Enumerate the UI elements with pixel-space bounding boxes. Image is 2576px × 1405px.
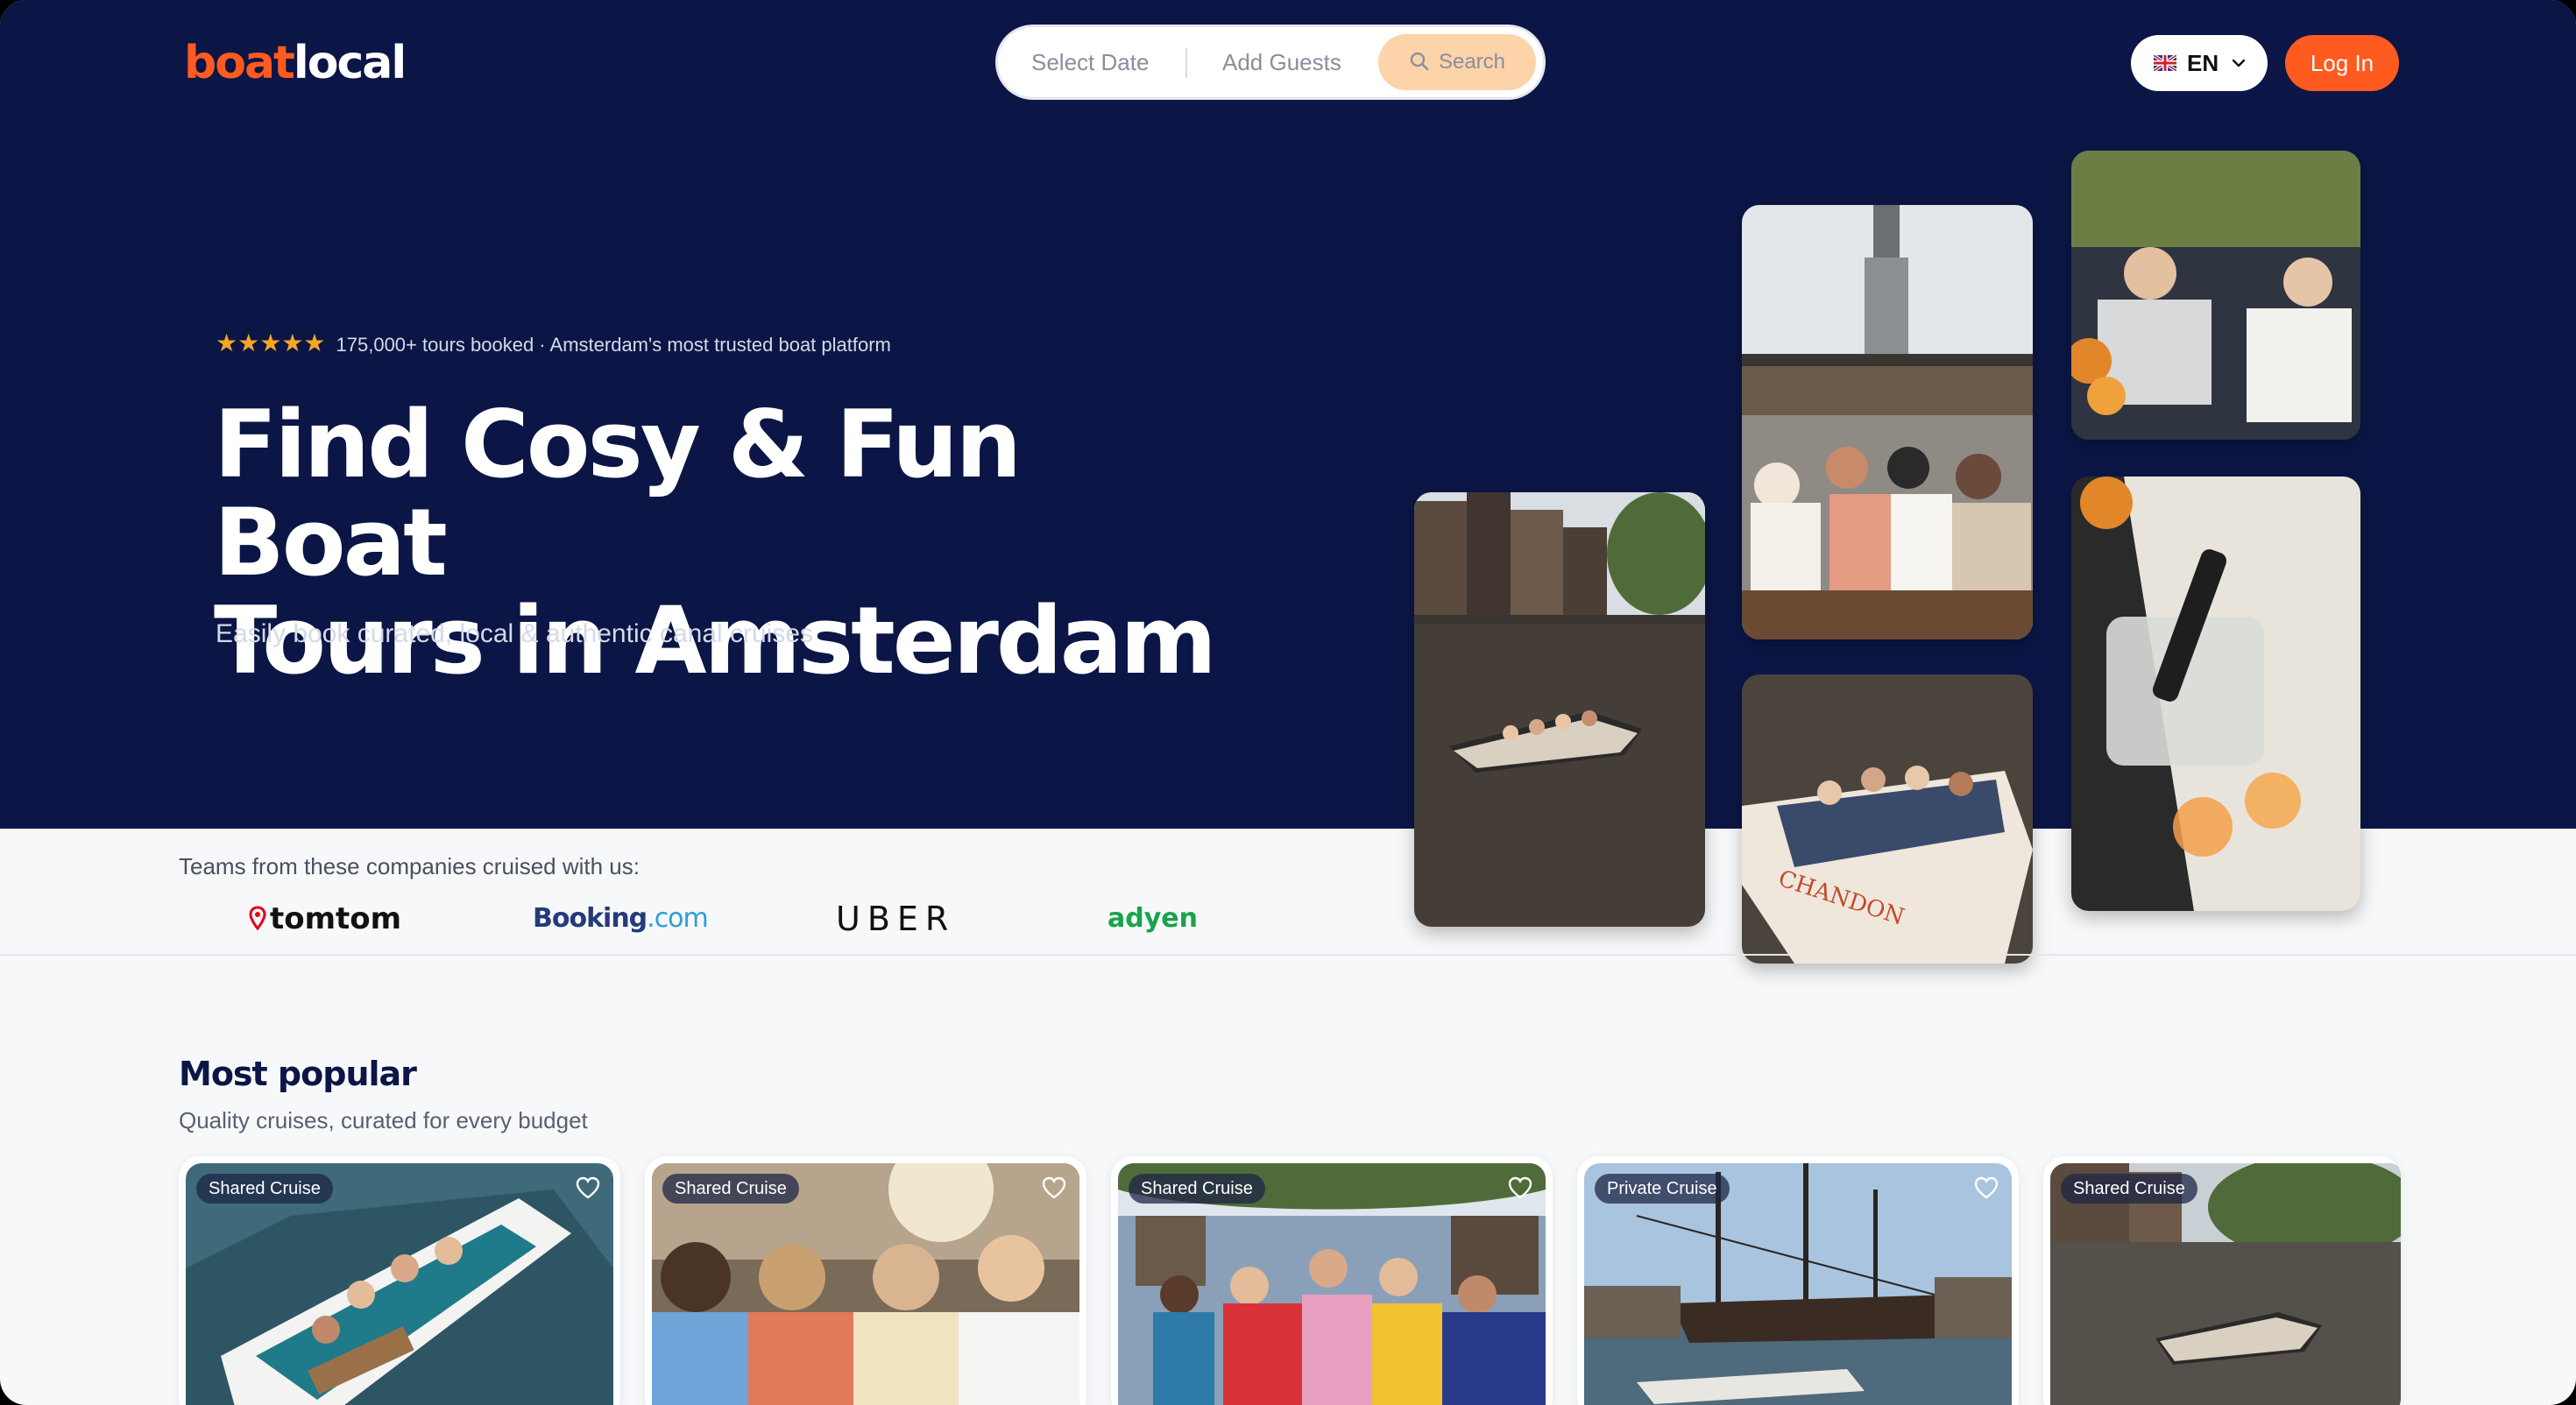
hero-photo-champagne bbox=[2071, 477, 2360, 911]
cruise-type-badge: Shared Cruise bbox=[2061, 1174, 2197, 1204]
hero-subheadline: Easily book curated, local & authentic c… bbox=[216, 619, 814, 648]
heart-icon[interactable] bbox=[1041, 1176, 1067, 1200]
uber-logo: UBER bbox=[836, 900, 956, 938]
cruise-card[interactable]: Private Cruise bbox=[1577, 1156, 2019, 1405]
hero-photo-canal-boat bbox=[1414, 492, 1705, 927]
add-guests-field[interactable]: Add Guests bbox=[1222, 27, 1341, 97]
cruise-card[interactable]: Shared Cruise bbox=[1111, 1156, 1553, 1405]
partners-section: Teams from these companies cruised with … bbox=[0, 829, 1402, 955]
uk-flag-icon bbox=[2154, 55, 2176, 71]
rating-text: 175,000+ tours booked · Amsterdam's most… bbox=[336, 334, 891, 356]
search-bar: Select Date Add Guests Search bbox=[995, 25, 1546, 100]
search-button-label: Search bbox=[1438, 50, 1506, 74]
logo[interactable]: boatlocal bbox=[184, 37, 407, 89]
cruise-type-badge: Shared Cruise bbox=[662, 1174, 799, 1204]
cruise-type-badge: Shared Cruise bbox=[1129, 1174, 1265, 1204]
cruise-type-badge: Private Cruise bbox=[1595, 1174, 1730, 1204]
headline-line-1: Find Cosy & Fun Boat bbox=[214, 391, 1022, 597]
tomtom-logo-text: tomtom bbox=[270, 901, 402, 936]
cruise-card[interactable]: Shared Cruise bbox=[179, 1156, 620, 1405]
adyen-logo: adyen bbox=[1108, 903, 1198, 934]
search-icon bbox=[1410, 52, 1429, 70]
heart-icon[interactable] bbox=[575, 1176, 601, 1200]
star-rating-icon: ★★★★★ bbox=[216, 329, 326, 357]
most-popular-subtitle: Quality cruises, curated for every budge… bbox=[179, 1107, 588, 1133]
heart-icon[interactable] bbox=[1507, 1176, 1533, 1200]
rating-line: ★★★★★ 175,000+ tours booked · Amsterdam's… bbox=[216, 329, 891, 357]
map-pin-icon bbox=[249, 905, 266, 930]
partners-label: Teams from these companies cruised with … bbox=[179, 853, 640, 879]
tomtom-logo: tomtom bbox=[249, 895, 401, 943]
search-divider bbox=[1185, 48, 1187, 78]
heart-icon[interactable] bbox=[1973, 1176, 1999, 1200]
section-divider bbox=[0, 954, 2576, 956]
hero-photo-chandon-boat: CHANDON bbox=[1742, 674, 2033, 964]
cruise-card[interactable]: Shared Cruise bbox=[645, 1156, 1086, 1405]
chevron-down-icon bbox=[2232, 59, 2246, 67]
hero-photo-cheers bbox=[2071, 151, 2360, 440]
booking-logo-text: Booking bbox=[533, 903, 648, 934]
select-date-field[interactable]: Select Date bbox=[1031, 27, 1149, 97]
cruise-type-badge: Shared Cruise bbox=[196, 1174, 333, 1204]
hero-photo-group-on-deck bbox=[1742, 205, 2033, 639]
cruise-card[interactable]: Shared Cruise bbox=[2043, 1156, 2401, 1405]
booking-logo-com: .com bbox=[647, 903, 709, 934]
logo-part-local: local bbox=[293, 37, 407, 89]
language-selector[interactable]: EN bbox=[2131, 35, 2268, 91]
most-popular-title: Most popular bbox=[179, 1055, 417, 1093]
search-button[interactable]: Search bbox=[1378, 34, 1536, 90]
login-button[interactable]: Log In bbox=[2285, 35, 2399, 91]
booking-logo: Booking.com bbox=[533, 895, 709, 943]
language-code: EN bbox=[2187, 50, 2219, 76]
logo-part-boat: boat bbox=[184, 37, 295, 89]
page: boatlocal Select Date Add Guests Search … bbox=[0, 0, 2576, 1405]
